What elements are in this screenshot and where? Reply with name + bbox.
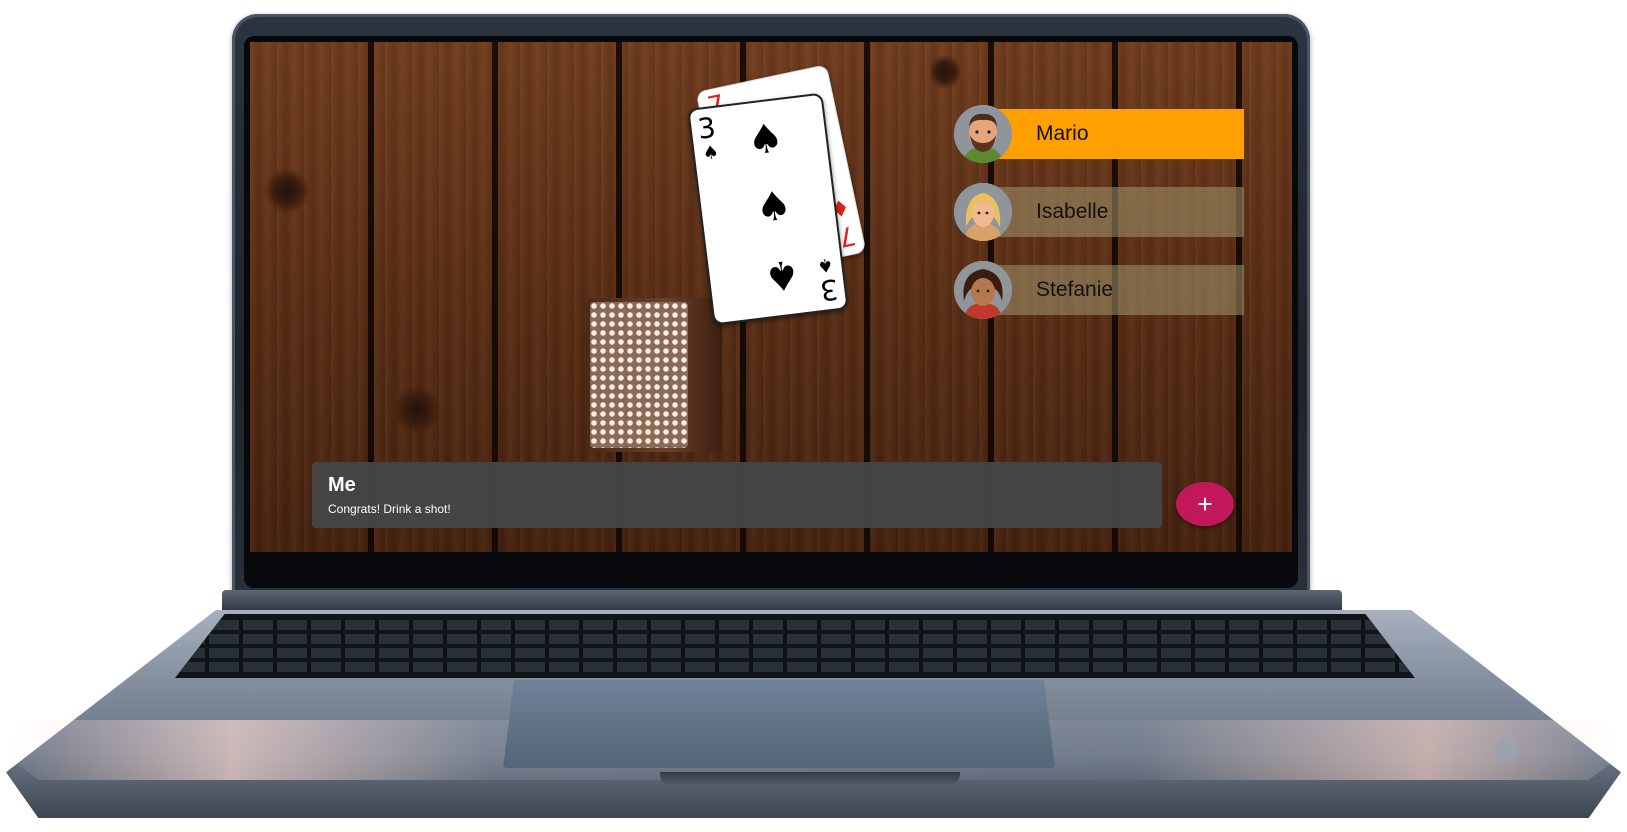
played-card-three-of-spades: 3 ♠ ♠ ♠ ♠ ♠ 3 [687,92,849,326]
game-screen: 7 ♦ 7 3 ♠ ♠ ♠ ♠ ♠ 3 Mario [250,42,1292,552]
man-beard-avatar-icon [954,105,1012,163]
power-button-icon [1495,737,1519,761]
plus-icon: + [1197,488,1213,519]
lid-opening-notch [660,772,960,786]
woman-curly-avatar-icon [954,261,1012,319]
trackpad [503,680,1055,768]
spade-suit-icon: ♠ [815,253,835,277]
player-name: Isabelle [1036,200,1109,223]
card-rank-bottom: 3 [818,272,841,308]
player-bar [984,187,1244,237]
message-bar: Me Congrats! Drink a shot! [312,462,1162,528]
player-row-stefanie[interactable]: Stefanie [954,261,1244,319]
player-name: Stefanie [1036,278,1114,301]
player-name: Mario [1036,122,1089,145]
add-button[interactable]: + [1176,482,1234,526]
spade-pip-icon: ♠ [744,114,787,165]
wood-knot [930,52,960,92]
player-row-isabelle[interactable]: Isabelle [954,183,1244,241]
card-back-pattern [590,302,688,448]
keyboard [175,614,1415,678]
draw-pile[interactable] [586,298,722,452]
wood-knot [264,168,310,214]
player-row-mario[interactable]: Mario [954,105,1244,163]
player-bar-active [984,109,1244,159]
spade-pip-icon: ♠ [761,249,803,300]
spade-suit-icon: ♠ [701,141,721,165]
player-bar [984,265,1244,315]
spade-pip-icon: ♠ [753,182,795,233]
message-sender: Me [328,474,356,496]
message-text: Congrats! Drink a shot! [328,502,451,516]
woman-blonde-avatar-icon [954,183,1012,241]
card-rank: 3 [695,110,718,146]
wood-knot [396,382,438,438]
